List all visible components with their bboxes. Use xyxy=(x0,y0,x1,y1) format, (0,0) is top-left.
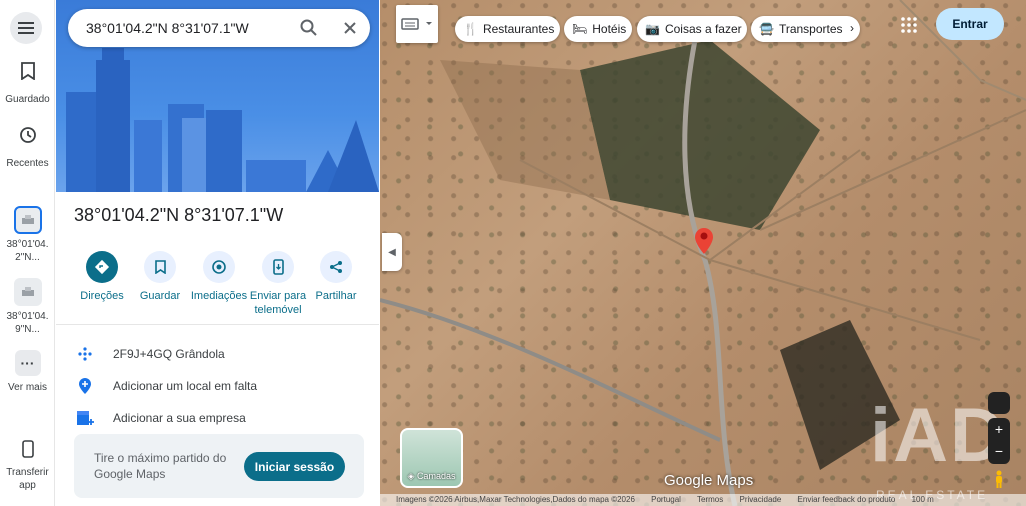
layers-label: Camadas xyxy=(416,471,456,481)
apps-grid-icon[interactable] xyxy=(900,16,918,34)
chip-things-to-do[interactable]: 📷 Coisas a fazer xyxy=(637,16,747,42)
privacy-link[interactable]: Privacidade xyxy=(739,495,781,504)
history-item-1-label: 38°01'04. 2"N... xyxy=(6,239,49,263)
close-icon[interactable] xyxy=(340,18,360,38)
fork-knife-icon: 🍴 xyxy=(463,22,478,36)
layers-button[interactable]: ◈ Camadas xyxy=(400,428,463,488)
directions-icon xyxy=(86,251,118,283)
location-thumbnail xyxy=(13,278,42,306)
more-label: Ver mais xyxy=(8,382,47,393)
chip-restaurants-label: Restaurantes xyxy=(482,22,555,36)
add-business-text: Adicionar a sua empresa xyxy=(113,411,246,425)
chip-transit-label: Transportes xyxy=(778,22,843,36)
place-panel: 38°01'04.2"N 8°31'07.1"W Direções Guarda… xyxy=(56,0,379,506)
phone-icon xyxy=(14,440,42,462)
hamburger-icon xyxy=(18,22,34,34)
history-icon xyxy=(14,126,42,154)
add-missing-place-row[interactable]: Adicionar um local em falta xyxy=(74,375,364,397)
add-location-icon xyxy=(74,375,96,397)
chevron-right-icon[interactable]: › xyxy=(850,21,854,35)
send-to-phone-icon xyxy=(262,251,294,283)
terms-link[interactable]: Termos xyxy=(697,495,723,504)
plus-code-icon xyxy=(74,343,96,365)
imagery-attribution: Imagens ©2026 Airbus,Maxar Technologies,… xyxy=(396,495,635,504)
action-bar: Direções Guardar Imediações Enviar para … xyxy=(56,251,379,321)
signin-promo-card: Tire o máximo partido do Google Maps Ini… xyxy=(74,434,364,498)
zoom-out-button[interactable]: − xyxy=(988,440,1010,462)
saved-label: Guardado xyxy=(5,94,50,105)
chip-hotels[interactable]: 🛏 Hotéis xyxy=(564,16,632,42)
compass-icon[interactable] xyxy=(988,392,1010,414)
bookmark-icon xyxy=(14,62,42,90)
search-icon[interactable] xyxy=(299,18,319,38)
zoom-controls: + − xyxy=(988,418,1010,464)
bed-icon: 🛏 xyxy=(572,22,588,36)
history-item-2-label: 38°01'04. 9"N... xyxy=(6,311,49,335)
chip-things-to-do-label: Coisas a fazer xyxy=(664,22,742,36)
chevron-left-icon: ◀ xyxy=(388,246,396,258)
pegman-icon[interactable] xyxy=(992,470,1006,488)
history-item-2[interactable]: 38°01'04. 9"N... xyxy=(0,278,55,336)
map-canvas[interactable]: 🍴 Restaurantes 🛏 Hotéis 📷 Coisas a fazer… xyxy=(380,0,1026,506)
scale-label: 100 m xyxy=(911,495,934,504)
keyboard-icon xyxy=(401,18,432,30)
chip-restaurants[interactable]: 🍴 Restaurantes xyxy=(455,16,560,42)
place-title: 38°01'04.2"N 8°31'07.1"W xyxy=(74,205,284,225)
country-link[interactable]: Portugal xyxy=(651,495,681,504)
promo-text: Tire o máximo partido do Google Maps xyxy=(94,451,227,481)
search-input[interactable] xyxy=(86,20,286,36)
more-dots-icon: ··· xyxy=(14,350,41,376)
share-button[interactable]: Partilhar xyxy=(301,251,371,303)
add-business-icon xyxy=(74,407,96,429)
transit-icon: 🚍 xyxy=(759,22,774,36)
left-rail: Guardado Recentes 38°01'04. 2"N... 38°01… xyxy=(0,0,55,506)
location-thumbnail xyxy=(13,206,42,234)
more-button[interactable]: ··· Ver mais xyxy=(0,350,55,393)
realestate-watermark: iAD xyxy=(870,393,1007,478)
hero-illustration xyxy=(56,0,379,192)
download-app-button[interactable]: Transferir app xyxy=(0,440,55,492)
feedback-link[interactable]: Enviar feedback do produto xyxy=(798,495,896,504)
divider xyxy=(56,324,379,325)
share-label: Partilhar xyxy=(315,290,357,302)
search-box[interactable] xyxy=(68,9,370,47)
share-icon xyxy=(320,251,352,283)
start-session-button[interactable]: Iniciar sessão xyxy=(244,452,345,481)
layers-icon: ◈ xyxy=(407,471,417,481)
collapse-panel-button[interactable]: ◀ xyxy=(382,233,402,271)
nearby-icon xyxy=(203,251,235,283)
add-business-row[interactable]: Adicionar a sua empresa xyxy=(74,407,364,429)
download-app-label: Transferir app xyxy=(6,467,49,491)
map-footer: Imagens ©2026 Airbus,Maxar Technologies,… xyxy=(380,494,1026,506)
recent-button[interactable]: Recentes xyxy=(0,126,55,169)
history-item-1[interactable]: 38°01'04. 2"N... xyxy=(0,206,55,264)
signin-button[interactable]: Entrar xyxy=(936,8,1004,40)
chip-hotels-label: Hotéis xyxy=(592,22,627,36)
menu-button[interactable] xyxy=(10,12,42,44)
plus-code-row[interactable]: 2F9J+4GQ Grândola xyxy=(74,343,364,365)
input-tools-button[interactable] xyxy=(396,5,438,43)
recent-label: Recentes xyxy=(6,158,49,169)
add-missing-place-text: Adicionar um local em falta xyxy=(113,379,258,393)
location-pin-icon[interactable] xyxy=(693,225,715,255)
saved-button[interactable]: Guardado xyxy=(0,62,55,105)
plus-code-text: 2F9J+4GQ Grândola xyxy=(113,347,225,361)
google-maps-logo: Google Maps xyxy=(664,472,754,489)
bookmark-icon xyxy=(144,251,176,283)
zoom-in-button[interactable]: + xyxy=(988,418,1010,440)
camera-icon: 📷 xyxy=(645,22,660,36)
chip-transit[interactable]: 🚍 Transportes › xyxy=(751,16,860,42)
